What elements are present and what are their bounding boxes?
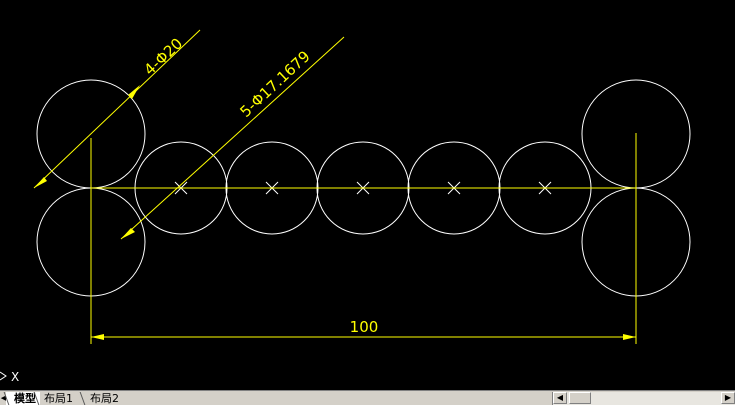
scrollbar-thumb[interactable] [569, 392, 591, 404]
dimension-text-5-phi17[interactable]: 5-Φ17.1679 [236, 47, 313, 121]
dimension-arrows [34, 85, 636, 340]
dimension-text-4-phi20[interactable]: 4-Φ20 [140, 34, 186, 78]
ucs-x-label: X [11, 370, 19, 384]
dimension-text-100[interactable]: 100 [350, 318, 379, 336]
arrow-left-icon[interactable]: ◀ [553, 392, 567, 404]
tab-layout2[interactable]: 布局2 [82, 392, 123, 405]
arrow-right-icon[interactable]: ▶ [721, 392, 735, 404]
tab-layout1[interactable]: 布局1 [36, 392, 77, 405]
model-space-canvas[interactable]: 100 4-Φ20 5-Φ17.1679 X [0, 0, 735, 390]
ucs-icon: X [0, 370, 19, 384]
layout-tab-bar: ◀ 模型 布局1 布局2 ◀ ▶ [0, 390, 735, 405]
horizontal-scrollbar[interactable]: ◀ ▶ [552, 392, 735, 405]
